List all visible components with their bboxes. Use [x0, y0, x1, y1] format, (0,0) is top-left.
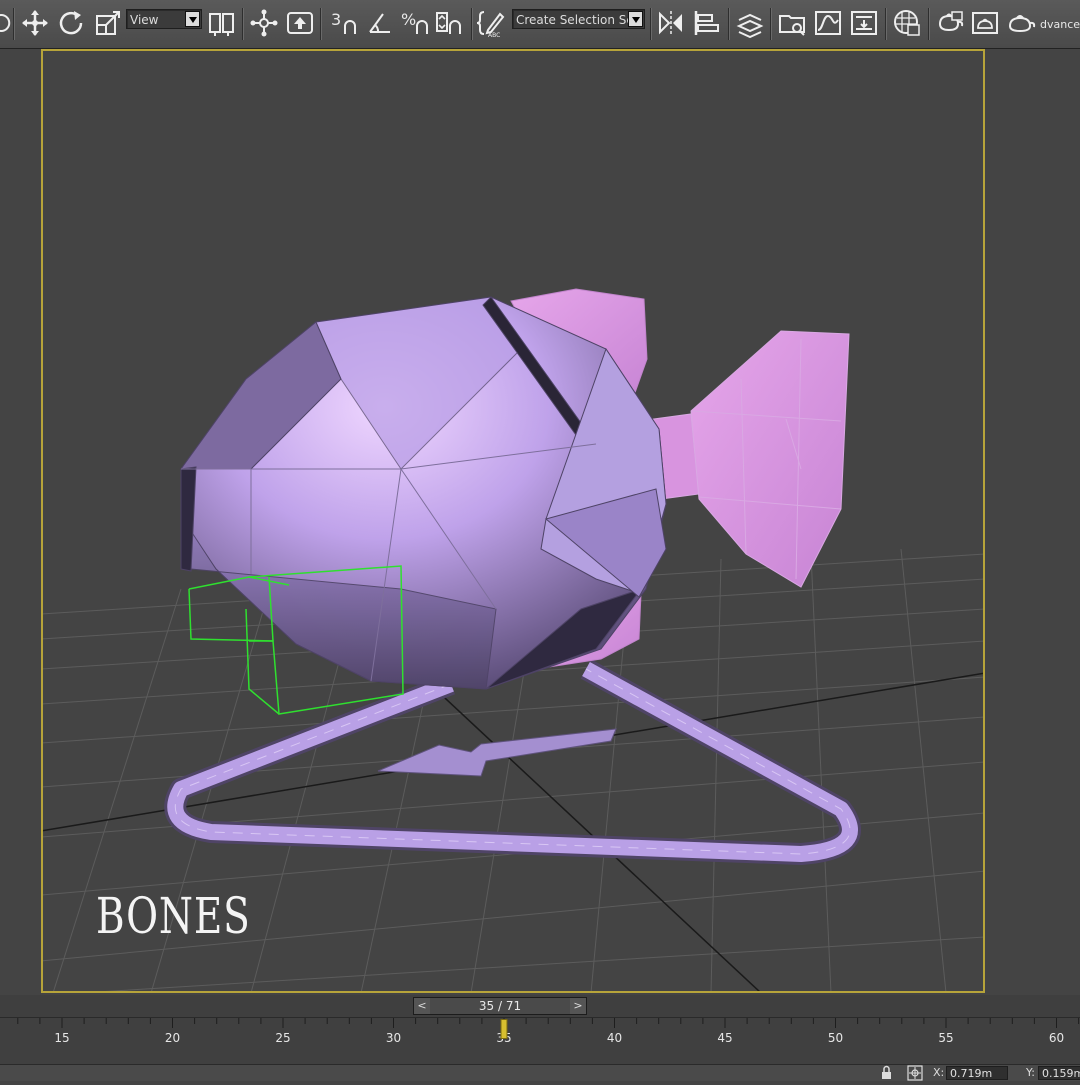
track-tick-label: 60 — [1048, 1031, 1065, 1045]
spinner-snap-icon[interactable] — [433, 4, 465, 42]
status-bar: X: 0.719m Y: 0.159m — [0, 1064, 1080, 1081]
main-toolbar: View 3 % ABC Create Selection Se dvance — [0, 0, 1080, 49]
direction-arrow — [377, 728, 617, 777]
x-coordinate-label: X: — [933, 1066, 945, 1079]
toolbar-separator — [770, 8, 772, 40]
track-bar-ticks — [17, 1018, 1080, 1028]
snaps-toggle-icon[interactable] — [334, 4, 366, 42]
material-editor-icon[interactable] — [891, 4, 923, 42]
layer-manager-icon[interactable] — [734, 4, 766, 42]
track-tick-label: 20 — [164, 1031, 181, 1045]
select-and-manipulate-icon[interactable] — [248, 4, 280, 42]
toolbar-separator — [320, 8, 322, 40]
named-selection-sets-dropdown[interactable]: Create Selection Se — [512, 9, 645, 29]
absolute-mode-icon[interactable] — [907, 1065, 923, 1081]
curve-editor-icon[interactable] — [812, 4, 844, 42]
track-bar[interactable]: 15202530354045505560 — [0, 1017, 1080, 1064]
track-tick-label: 30 — [385, 1031, 402, 1045]
render-setup-icon[interactable] — [933, 4, 965, 42]
track-tick-label: 50 — [827, 1031, 844, 1045]
render-preset-label[interactable]: dvanced — [1040, 18, 1080, 31]
svg-text:ABC: ABC — [488, 32, 500, 38]
reference-coordinate-value: View — [130, 13, 159, 27]
lock-icon[interactable] — [878, 1065, 894, 1081]
chevron-down-icon — [185, 11, 200, 27]
toolbar-separator — [728, 8, 730, 40]
frame-counter[interactable]: 35 / 71 — [430, 998, 570, 1014]
scale-icon[interactable] — [92, 4, 124, 42]
tail-fin — [638, 330, 850, 588]
y-coordinate-field[interactable]: 0.159m — [1038, 1066, 1080, 1080]
time-cursor[interactable] — [500, 1019, 508, 1039]
previous-frame-button[interactable]: < — [414, 998, 430, 1014]
toolbar-separator — [242, 8, 244, 40]
toolbar-separator — [650, 8, 652, 40]
y-coordinate-label: Y: — [1026, 1066, 1035, 1079]
track-tick-label: 15 — [54, 1031, 70, 1045]
use-pivot-center-icon[interactable] — [206, 4, 238, 42]
scene-explorer-icon[interactable] — [776, 4, 808, 42]
rendered-frame-window-icon[interactable] — [969, 4, 1001, 42]
fish-body — [180, 296, 667, 690]
time-slider[interactable]: < 35 / 71 > — [413, 997, 587, 1015]
align-icon[interactable] — [691, 4, 723, 42]
mirror-icon[interactable] — [655, 4, 687, 42]
track-tick-label: 40 — [606, 1031, 623, 1045]
edit-named-selection-icon[interactable]: ABC — [475, 4, 507, 42]
rotate-icon[interactable] — [55, 4, 87, 42]
perspective-viewport[interactable]: BONES — [0, 49, 1080, 995]
toolbar-separator — [885, 8, 887, 40]
viewport-scene[interactable] — [41, 49, 985, 993]
active-viewport-border: BONES — [41, 49, 985, 993]
toolbar-separator — [928, 8, 930, 40]
reference-coordinate-dropdown[interactable]: View — [126, 9, 202, 29]
watermark-text: BONES — [96, 887, 251, 945]
chevron-down-icon — [628, 11, 643, 27]
toolbar-separator — [471, 8, 473, 40]
keyboard-shortcut-override-icon[interactable] — [284, 4, 316, 42]
named-selection-sets-value: Create Selection Se — [516, 13, 634, 27]
angle-snap-icon[interactable] — [364, 4, 396, 42]
percent-snap-icon[interactable] — [404, 4, 436, 42]
x-coordinate-field[interactable]: 0.719m — [946, 1066, 1008, 1080]
schematic-view-icon[interactable] — [848, 4, 880, 42]
toolbar-separator — [13, 8, 15, 40]
move-icon[interactable] — [19, 4, 51, 42]
track-tick-label: 55 — [938, 1031, 954, 1045]
render-icon[interactable] — [1005, 4, 1037, 42]
track-tick-label: 25 — [275, 1031, 291, 1045]
track-tick-label: 45 — [717, 1031, 733, 1045]
next-frame-button[interactable]: > — [570, 998, 586, 1014]
undo-icon[interactable] — [0, 4, 20, 42]
